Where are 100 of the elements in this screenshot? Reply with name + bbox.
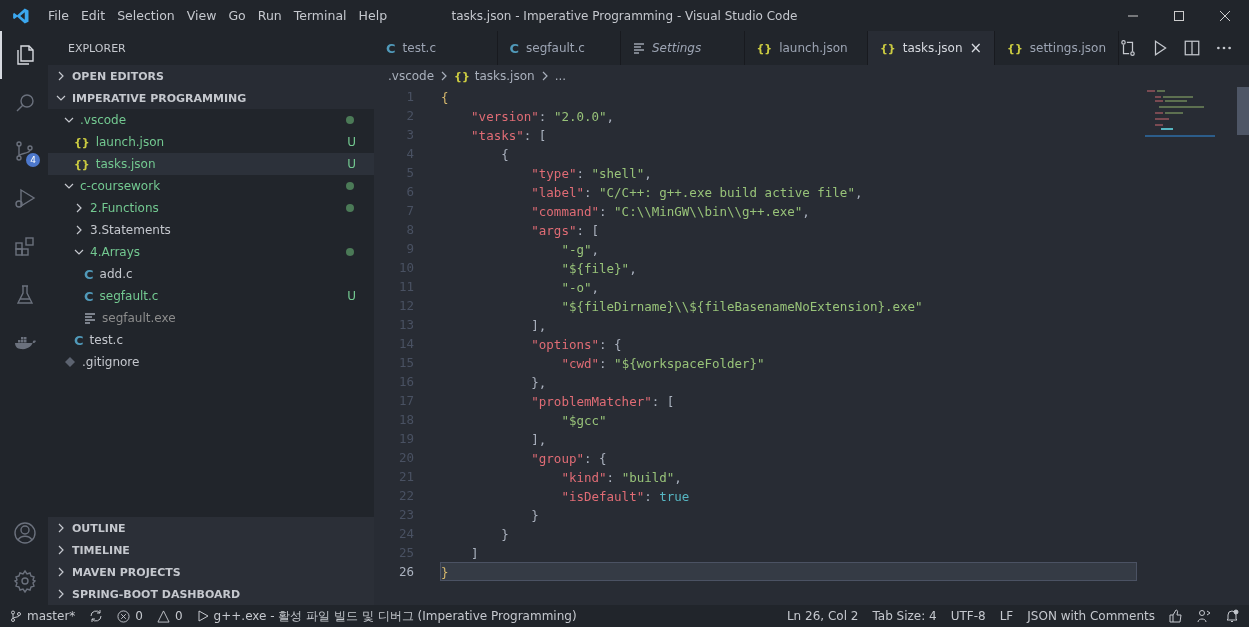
- notification-count: 4: [26, 153, 40, 167]
- status-item[interactable]: 0: [135, 609, 143, 623]
- code-line: }: [530, 507, 540, 524]
- code-line: "isDefault": true: [560, 488, 691, 505]
- section-header[interactable]: OPEN EDITORS: [48, 65, 374, 87]
- menu-item[interactable]: Run: [251, 8, 288, 23]
- c-file-icon: C: [509, 40, 520, 56]
- code-line: "options": {: [530, 336, 623, 353]
- breadcrumb-item[interactable]: .vscode: [388, 69, 435, 83]
- code-line: },: [530, 374, 548, 391]
- lines-icon: [84, 312, 96, 324]
- section-header[interactable]: MAVEN PROJECTS: [48, 561, 374, 583]
- tree-item[interactable]: 4.Arrays: [48, 241, 374, 263]
- code-line: "kind": "build",: [560, 469, 683, 486]
- line-number: 26: [398, 564, 414, 579]
- c-file-icon: C: [74, 332, 84, 348]
- status-item[interactable]: Tab Size: 4: [872, 609, 937, 623]
- editor-tab[interactable]: {} settings.json: [995, 31, 1119, 65]
- editor-tab[interactable]: {} tasks.json ×: [868, 31, 996, 65]
- maximize-icon[interactable]: [1173, 9, 1185, 22]
- diamond-icon: [64, 356, 76, 368]
- breadcrumb-item[interactable]: ...: [554, 69, 567, 83]
- c-file-icon: C: [84, 288, 94, 304]
- sync-icon[interactable]: [89, 609, 104, 623]
- people-icon[interactable]: [1197, 609, 1211, 623]
- thumbs-up-icon[interactable]: [1169, 609, 1183, 623]
- code-line: "tasks": [: [470, 127, 548, 144]
- tree-item[interactable]: C add.c: [48, 263, 374, 285]
- lines-icon: [633, 42, 645, 54]
- menu-item[interactable]: Selection: [111, 8, 181, 23]
- code-line: {: [500, 146, 510, 163]
- json-file-icon: {}: [454, 69, 470, 83]
- code-line: "args": [: [530, 222, 601, 239]
- tree-item[interactable]: segfault.exe: [48, 307, 374, 329]
- tree-item[interactable]: 2.Functions: [48, 197, 374, 219]
- code-line: }: [500, 526, 510, 543]
- activity-bar-item[interactable]: 4: [0, 127, 48, 175]
- code-line: ]: [470, 545, 480, 562]
- account-icon[interactable]: [13, 521, 37, 545]
- tree-item[interactable]: {} launch.json U: [48, 131, 374, 153]
- section-header[interactable]: SPRING-BOOT DASHBOARD: [48, 583, 374, 605]
- status-item[interactable]: JSON with Comments: [1027, 609, 1155, 623]
- code-line: "type": "shell",: [530, 165, 653, 182]
- compare-icon[interactable]: [1119, 39, 1137, 57]
- code-line: "$gcc": [560, 412, 608, 429]
- split-editor-icon[interactable]: [1183, 39, 1201, 57]
- status-item[interactable]: UTF-8: [950, 609, 986, 623]
- code-line: "group": {: [530, 450, 608, 467]
- breadcrumb-item[interactable]: tasks.json: [474, 69, 535, 83]
- run-debug-icon: [13, 187, 37, 211]
- section-header[interactable]: OUTLINE: [48, 517, 374, 539]
- code-line: "${file}",: [560, 260, 638, 277]
- section-header[interactable]: TIMELINE: [48, 539, 374, 561]
- tree-item[interactable]: C segfault.c U: [48, 285, 374, 307]
- minimap-drawing: [1145, 87, 1215, 137]
- menu-item[interactable]: Edit: [74, 8, 112, 23]
- branch-icon: [10, 610, 22, 622]
- status-item[interactable]: g++.exe - 활성 파일 빌드 및 디버그 (Imperative Programming): [213, 607, 577, 625]
- extensions-icon: [13, 235, 37, 259]
- code-line: "label": "C/C++: g++.exe build active file",: [530, 184, 864, 201]
- json-file-icon: {}: [880, 41, 896, 55]
- code-line: "${fileDirname}\\${fileBasenameNoExtension}.exe": [560, 298, 924, 315]
- menu-item[interactable]: File: [42, 8, 75, 23]
- error-icon: [117, 609, 131, 623]
- json-file-icon: {}: [1007, 41, 1023, 55]
- tree-item[interactable]: {} tasks.json U: [48, 153, 374, 175]
- tree-item[interactable]: .vscode: [48, 109, 374, 131]
- json-file-icon: {}: [74, 135, 90, 149]
- menu-item[interactable]: Help: [352, 8, 394, 23]
- warning-icon: [156, 609, 170, 623]
- editor-tab[interactable]: Settings: [621, 31, 745, 65]
- editor-tab[interactable]: C segfault.c: [497, 31, 621, 65]
- code-line: "version": "2.0.0",: [470, 108, 616, 125]
- scrollbar-thumb[interactable]: [1237, 87, 1249, 135]
- notification-bell-icon[interactable]: [1225, 609, 1239, 623]
- status-item[interactable]: master*: [27, 609, 76, 623]
- tree-item[interactable]: .gitignore: [48, 351, 374, 373]
- editor-tab[interactable]: C test.c: [374, 31, 498, 65]
- code-line: "-o",: [560, 279, 601, 296]
- status-item[interactable]: Ln 26, Col 2: [786, 609, 859, 623]
- settings-icon[interactable]: [13, 569, 37, 593]
- tree-item[interactable]: c-coursework: [48, 175, 374, 197]
- menu-item[interactable]: View: [180, 8, 223, 23]
- tree-item[interactable]: C test.c: [48, 329, 374, 351]
- sidebar-title: EXPLORER: [68, 41, 126, 55]
- tree-item[interactable]: 3.Statements: [48, 219, 374, 241]
- window-title: tasks.json - Imperative Programming - Visual Studio Code: [451, 8, 798, 23]
- json-file-icon: {}: [756, 41, 773, 55]
- section-header[interactable]: IMPERATIVE PROGRAMMING: [48, 87, 374, 109]
- menu-item[interactable]: Go: [222, 8, 252, 23]
- status-item[interactable]: 0: [174, 609, 183, 623]
- code-line: ],: [530, 317, 548, 334]
- close-icon[interactable]: [1219, 9, 1231, 22]
- c-file-icon: C: [386, 40, 396, 56]
- code-line: "problemMatcher": [: [530, 393, 676, 410]
- menu-item[interactable]: Terminal: [287, 8, 353, 23]
- code-line: ],: [530, 431, 548, 448]
- close-tab-button[interactable]: ×: [969, 39, 983, 57]
- status-item[interactable]: LF: [999, 609, 1014, 623]
- code-line: "cwd": "${workspaceFolder}": [560, 355, 766, 372]
